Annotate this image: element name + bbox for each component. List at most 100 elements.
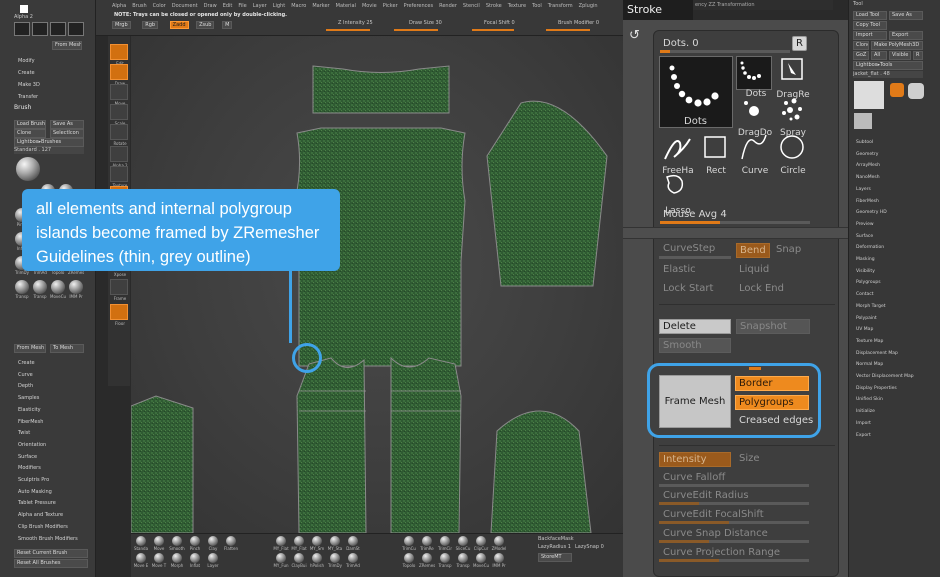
curve-edit-radius-label[interactable]: CurveEdit Radius	[663, 490, 749, 501]
from-mesh-button-2[interactable]: From Mesh	[14, 344, 46, 353]
r-button[interactable]: R	[913, 51, 923, 60]
tool-menu-initialize[interactable]: Initialize	[856, 409, 875, 414]
brush-menu-sculptris-pro[interactable]: Sculptris Pro	[18, 477, 49, 483]
tool-menu-polypaint[interactable]: Polypaint	[856, 316, 877, 321]
selecticon-button[interactable]: SelectIcon	[50, 129, 84, 138]
shelf-brush-smooth[interactable]: Smooth	[169, 536, 185, 552]
tool-scale[interactable]: Scale	[110, 104, 128, 126]
save-as-tool-button[interactable]: Save As	[889, 11, 923, 20]
shelf-brush-claybui[interactable]: ClayBui	[291, 553, 307, 569]
curve-edit-radius-slider[interactable]	[659, 502, 809, 505]
menu-preferences[interactable]: Preferences	[404, 3, 433, 9]
tool-menu-surface[interactable]: Surface	[856, 234, 873, 239]
polygroups-toggle[interactable]: Polygroups	[735, 395, 809, 410]
shelf-brush-my-fun[interactable]: MY_Fun	[273, 553, 289, 569]
tool-menu-normal-map[interactable]: Normal Map	[856, 362, 883, 367]
dots-slider-label[interactable]: Dots. 0	[663, 38, 699, 49]
tool-menu-morph-target[interactable]: Morph Target	[856, 304, 886, 309]
standard-slider[interactable]: Standard . 127	[14, 147, 84, 154]
curve-edit-focal-slider[interactable]	[659, 521, 809, 524]
shelf-brush-movecu[interactable]: MoveCu	[473, 553, 489, 569]
dragrect-stroke-icon[interactable]: DragRe	[774, 56, 810, 100]
menu-create[interactable]: Create	[18, 70, 35, 76]
menu-alpha[interactable]: Alpha	[112, 3, 126, 9]
shelf-brush-trimdy[interactable]: TrimDy	[327, 553, 343, 569]
shelf-brush-my-sm[interactable]: MY_Sm	[309, 536, 325, 552]
tool-menu-preview[interactable]: Preview	[856, 222, 874, 227]
creased-edges-toggle[interactable]: Creased edges	[739, 415, 813, 426]
shelf-brush-my-sta[interactable]: MY_Sta	[327, 536, 343, 552]
export-tool-button[interactable]: Export	[889, 31, 923, 40]
brush-menu-tablet-pressure[interactable]: Tablet Pressure	[18, 500, 56, 506]
clone-button[interactable]: Clone	[14, 129, 46, 138]
shelf-brush-standa[interactable]: Standa	[133, 536, 149, 552]
shelf-brush-layer[interactable]: Layer	[205, 553, 221, 569]
brush-menu-curve[interactable]: Curve	[18, 372, 33, 378]
curve-falloff-label[interactable]: Curve Falloff	[663, 472, 725, 483]
curve-snap-distance-label[interactable]: Curve Snap Distance	[663, 528, 768, 539]
brush-menu-modifiers[interactable]: Modifiers	[18, 465, 41, 471]
dots-stroke-icon[interactable]: Dots	[736, 56, 772, 99]
menu-draw[interactable]: Draw	[204, 3, 217, 9]
brush-transp[interactable]: Transp	[32, 280, 48, 300]
spray-stroke-icon[interactable]: Spray	[774, 94, 810, 138]
tool-menu-texture-map[interactable]: Texture Map	[856, 339, 883, 344]
shelf-brush-transp[interactable]: Transp	[437, 553, 453, 569]
shelf-brush-trimcir[interactable]: TrimCir	[437, 536, 453, 552]
brush-transp[interactable]: Transp	[14, 280, 30, 300]
brush-palette-header[interactable]: Brush	[4, 104, 31, 111]
lightbox-brushes-button[interactable]: Lightbox▸Brushes	[14, 138, 84, 147]
tool-menu-deformation[interactable]: Deformation	[856, 245, 884, 250]
lazy-radius-slider[interactable]: LazyRadius 1	[538, 544, 571, 551]
tool-menu-contact[interactable]: Contact	[856, 292, 874, 297]
focal-shift-slider[interactable]: Focal Shift 0	[484, 20, 515, 27]
shelf-brush-move-e[interactable]: Move E	[133, 553, 149, 569]
menu-edit[interactable]: Edit	[223, 3, 233, 9]
tool-menu-subtool[interactable]: Subtool	[856, 140, 873, 145]
dragdot-stroke-icon[interactable]: DragDo	[736, 94, 772, 138]
delete-button[interactable]: Delete	[659, 319, 731, 334]
lightbox-tools-button[interactable]: Lightbox▸Tools	[853, 61, 923, 70]
tool-alpha-2[interactable]: Alpha 2	[110, 146, 128, 168]
brush-menu-clip-brush-modifiers[interactable]: Clip Brush Modifiers	[18, 524, 68, 530]
menu-render[interactable]: Render	[439, 3, 457, 9]
lasso-stroke-icon[interactable]: Lasso	[659, 172, 695, 216]
menu-stroke[interactable]: Stroke	[486, 3, 502, 9]
shelf-brush-damst[interactable]: DamSt	[345, 536, 361, 552]
brush-menu-alpha-and-texture[interactable]: Alpha and Texture	[18, 512, 63, 518]
tool-frame[interactable]: Frame	[110, 279, 128, 301]
shelf-brush-pinch[interactable]: Pinch	[187, 536, 203, 552]
circle-stroke-icon[interactable]: Circle	[774, 132, 810, 176]
liquid-button[interactable]: Liquid	[739, 264, 769, 275]
brush-menu-fibermesh[interactable]: FiberMesh	[18, 419, 43, 425]
curve-snap-distance-slider[interactable]	[659, 540, 809, 543]
alpha-swatch[interactable]	[20, 5, 28, 13]
menu-texture[interactable]: Texture	[508, 3, 526, 9]
shelf-brush-trimad[interactable]: TrimAd	[345, 553, 361, 569]
frame-mesh-button[interactable]: Frame Mesh	[659, 375, 731, 428]
brush-menu-smooth-brush-modifiers[interactable]: Smooth Brush Modifiers	[18, 536, 78, 542]
backface-mask-label[interactable]: BackfaceMask	[538, 536, 574, 543]
zadd-button[interactable]: Zadd	[169, 21, 189, 29]
tool-menu-import[interactable]: Import	[856, 421, 871, 426]
border-toggle[interactable]: Border	[735, 376, 809, 391]
alpha-thumbs[interactable]	[14, 22, 84, 36]
m-button[interactable]: M	[222, 21, 233, 29]
brush-menu-create[interactable]: Create	[18, 360, 35, 366]
tool-menu-displacement-map[interactable]: Displacement Map	[856, 351, 898, 356]
tool-menu-masking[interactable]: Masking	[856, 257, 875, 262]
shelf-brush-zmodel[interactable]: ZModel	[491, 536, 507, 552]
menu-movie[interactable]: Movie	[362, 3, 377, 9]
all-button[interactable]: All	[871, 51, 887, 60]
menu-material[interactable]: Material	[336, 3, 356, 9]
size-toggle[interactable]: Size	[739, 453, 760, 464]
tool-menu-export[interactable]: Export	[856, 433, 871, 438]
shelf-brush-flatten[interactable]: Flatten	[223, 536, 239, 552]
tool-menu-display-properties[interactable]: Display Properties	[856, 386, 897, 391]
shelf-brush-morph[interactable]: Morph	[169, 553, 185, 569]
tool-menu-nanomesh[interactable]: NanoMesh	[856, 175, 880, 180]
tool-floor[interactable]: Floor	[110, 304, 128, 326]
to-mesh-button[interactable]: To Mesh	[50, 344, 84, 353]
freehand-stroke-icon[interactable]: FreeHa	[659, 132, 695, 176]
tool-edit[interactable]: Edit	[110, 44, 128, 66]
